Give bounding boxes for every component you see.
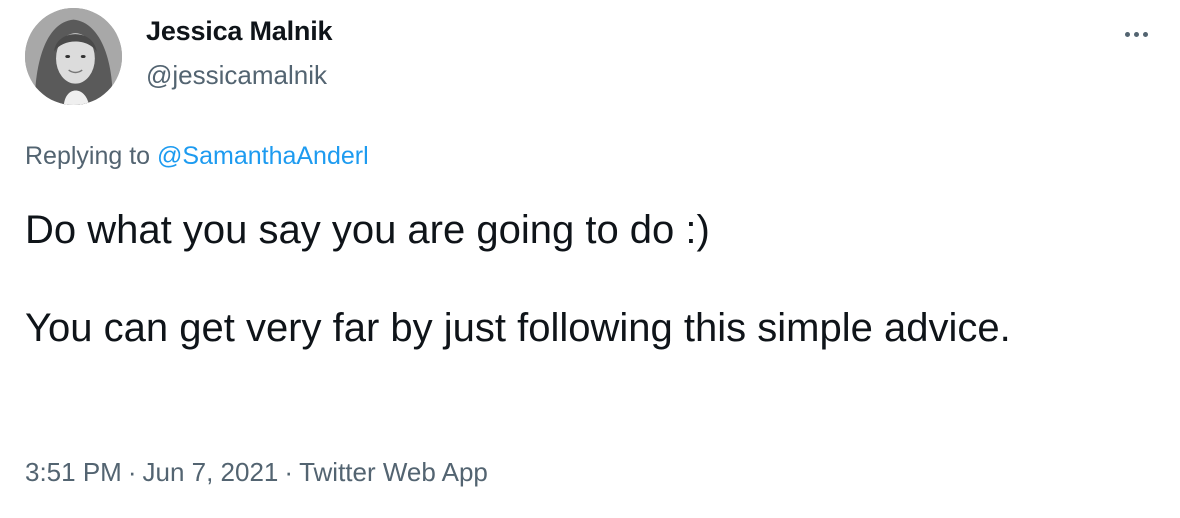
tweet-text-line-1: Do what you say you are going to do :) — [25, 208, 710, 252]
avatar[interactable] — [25, 8, 122, 105]
tweet-text: Do what you say you are going to do :) Y… — [25, 206, 1085, 352]
tweet-text-line-2: You can get very far by just following t… — [25, 306, 1011, 350]
meta-separator: · — [284, 457, 294, 487]
tweet-time[interactable]: 3:51 PM — [25, 457, 122, 487]
tweet-metadata: 3:51 PM · Jun 7, 2021 · Twitter Web App — [25, 457, 488, 488]
reply-prefix: Replying to — [25, 142, 151, 170]
reply-mention-link[interactable]: @SamanthaAnderl — [157, 142, 369, 170]
reply-context: Replying to @SamanthaAnderl — [25, 142, 369, 171]
more-horizontal-icon — [1124, 31, 1130, 37]
meta-separator: · — [127, 457, 137, 487]
author-handle[interactable]: @jessicamalnik — [146, 60, 327, 91]
tweet-card: Jessica Malnik @jessicamalnik Replying t… — [0, 0, 1180, 518]
avatar-image — [25, 8, 122, 105]
tweet-source[interactable]: Twitter Web App — [299, 457, 488, 487]
more-options-button[interactable] — [1116, 24, 1156, 44]
author-name[interactable]: Jessica Malnik — [146, 16, 333, 47]
tweet-date[interactable]: Jun 7, 2021 — [143, 457, 279, 487]
